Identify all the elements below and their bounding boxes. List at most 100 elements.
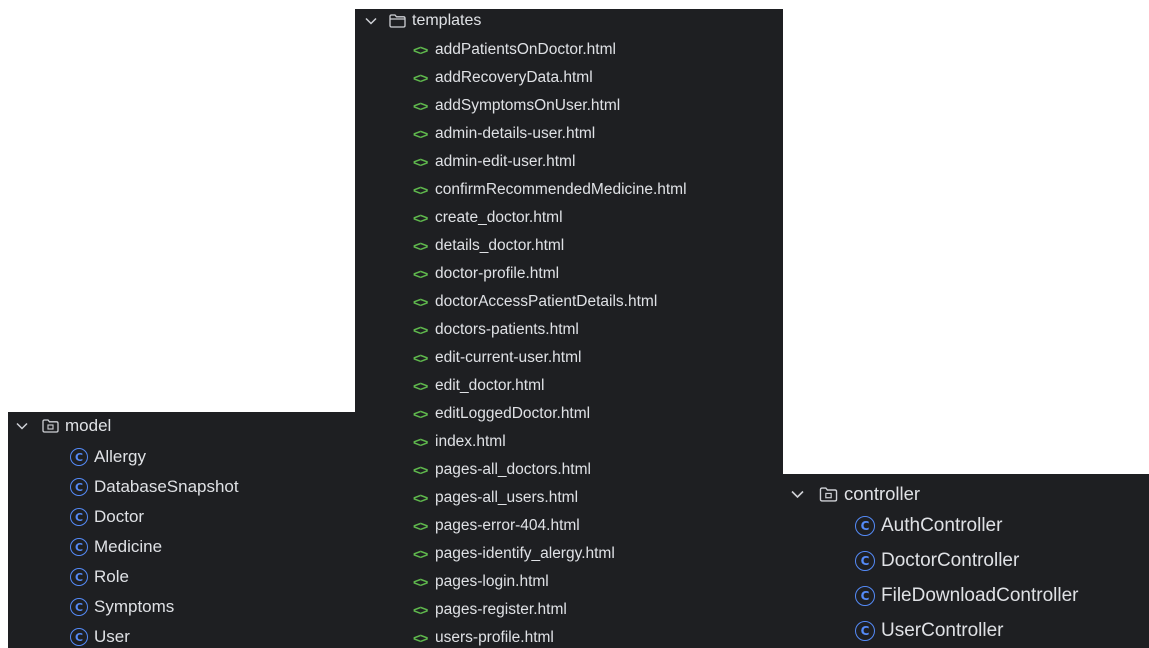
html-file-icon: <> bbox=[413, 378, 428, 394]
model-class-label: DatabaseSnapshot bbox=[94, 477, 239, 496]
html-file-icon: <> bbox=[413, 322, 428, 338]
model-class-label: Doctor bbox=[94, 507, 145, 526]
template-file-label: addPatientsOnDoctor.html bbox=[435, 41, 616, 58]
html-file-icon: <> bbox=[413, 98, 428, 114]
class-icon: C bbox=[70, 448, 88, 466]
controller-package-label: controller bbox=[844, 483, 921, 504]
html-file-icon: <> bbox=[413, 70, 428, 86]
controller-package-node[interactable]: controller bbox=[791, 481, 920, 507]
html-file-icon: <> bbox=[413, 630, 428, 646]
template-file-label: doctorAccessPatientDetails.html bbox=[435, 293, 658, 310]
template-file-item[interactable]: <> doctor-profile.html bbox=[413, 260, 559, 288]
template-file-item[interactable]: <> editLoggedDoctor.html bbox=[413, 400, 590, 428]
class-icon: C bbox=[70, 628, 88, 646]
controller-class-item[interactable]: C FileDownloadController bbox=[855, 579, 1078, 613]
template-file-item[interactable]: <> pages-identify_alergy.html bbox=[413, 540, 615, 568]
chevron-down-icon[interactable] bbox=[791, 490, 805, 499]
template-file-label: pages-error-404.html bbox=[435, 517, 580, 534]
controller-class-item[interactable]: C DoctorController bbox=[855, 544, 1019, 578]
html-file-icon: <> bbox=[413, 518, 428, 534]
template-file-label: pages-all_users.html bbox=[435, 489, 579, 506]
controller-class-label: DoctorController bbox=[881, 550, 1020, 571]
html-file-icon: <> bbox=[413, 42, 428, 58]
template-file-label: pages-all_doctors.html bbox=[435, 461, 591, 478]
html-file-icon: <> bbox=[413, 490, 428, 506]
template-file-label: index.html bbox=[435, 433, 506, 450]
html-file-icon: <> bbox=[413, 266, 428, 282]
model-class-item[interactable]: C Role bbox=[70, 562, 129, 592]
template-file-label: doctors-patients.html bbox=[435, 321, 579, 338]
html-file-icon: <> bbox=[413, 406, 428, 422]
template-file-item[interactable]: <> doctors-patients.html bbox=[413, 316, 579, 344]
template-file-label: create_doctor.html bbox=[435, 209, 563, 226]
template-file-label: admin-details-user.html bbox=[435, 125, 596, 142]
html-file-icon: <> bbox=[413, 126, 428, 142]
class-icon: C bbox=[855, 621, 875, 641]
html-file-icon: <> bbox=[413, 238, 428, 254]
model-class-item[interactable]: C Symptoms bbox=[70, 592, 174, 622]
template-file-item[interactable]: <> edit-current-user.html bbox=[413, 344, 581, 372]
template-file-item[interactable]: <> create_doctor.html bbox=[413, 204, 563, 232]
template-file-item[interactable]: <> users-profile.html bbox=[413, 624, 554, 648]
template-file-item[interactable]: <> addPatientsOnDoctor.html bbox=[413, 36, 616, 64]
controller-class-item[interactable]: C UserController bbox=[855, 614, 1003, 648]
templates-folder-label: templates bbox=[412, 12, 482, 29]
templates-folder-node[interactable]: templates bbox=[365, 10, 481, 32]
template-file-label: users-profile.html bbox=[435, 629, 554, 646]
controller-class-label: FileDownloadController bbox=[881, 585, 1079, 606]
template-file-label: pages-register.html bbox=[435, 601, 567, 618]
class-icon: C bbox=[70, 508, 88, 526]
templates-tree-panel: templates <> addPatientsOnDoctor.html <> ad… bbox=[355, 9, 783, 648]
model-class-item[interactable]: C Allergy bbox=[70, 442, 146, 472]
template-file-label: admin-edit-user.html bbox=[435, 153, 576, 170]
template-file-item[interactable]: <> confirmRecommendedMedicine.html bbox=[413, 176, 687, 204]
template-file-item[interactable]: <> pages-all_users.html bbox=[413, 484, 578, 512]
template-file-label: edit_doctor.html bbox=[435, 377, 545, 394]
template-file-label: addSymptomsOnUser.html bbox=[435, 97, 621, 114]
class-icon: C bbox=[855, 551, 875, 571]
template-file-item[interactable]: <> addSymptomsOnUser.html bbox=[413, 92, 620, 120]
template-file-item[interactable]: <> pages-register.html bbox=[413, 596, 567, 624]
template-file-item[interactable]: <> pages-all_doctors.html bbox=[413, 456, 591, 484]
html-file-icon: <> bbox=[413, 350, 428, 366]
model-class-item[interactable]: C User bbox=[70, 622, 130, 648]
controller-class-label: UserController bbox=[881, 620, 1004, 641]
model-class-item[interactable]: C Medicine bbox=[70, 532, 162, 562]
class-icon: C bbox=[70, 598, 88, 616]
model-class-label: Role bbox=[94, 567, 129, 586]
model-package-label: model bbox=[65, 416, 112, 435]
model-tree-panel: model C Allergy C DatabaseSnapshot C Doctor C M… bbox=[8, 412, 355, 648]
html-file-icon: <> bbox=[413, 434, 428, 450]
chevron-down-icon[interactable] bbox=[16, 422, 30, 430]
model-class-label: User bbox=[94, 627, 130, 646]
class-icon: C bbox=[70, 478, 88, 496]
template-file-label: edit-current-user.html bbox=[435, 349, 582, 366]
model-class-label: Symptoms bbox=[94, 597, 175, 616]
template-file-item[interactable]: <> details_doctor.html bbox=[413, 232, 564, 260]
model-package-node[interactable]: model bbox=[16, 414, 111, 438]
html-file-icon: <> bbox=[413, 602, 428, 618]
controller-tree-panel: controller C AuthController C DoctorControl… bbox=[783, 474, 1149, 648]
template-file-item[interactable]: <> addRecoveryData.html bbox=[413, 64, 593, 92]
template-file-item[interactable]: <> admin-edit-user.html bbox=[413, 148, 575, 176]
chevron-down-icon[interactable] bbox=[365, 17, 379, 25]
class-icon: C bbox=[70, 538, 88, 556]
template-file-item[interactable]: <> pages-login.html bbox=[413, 568, 549, 596]
template-file-item[interactable]: <> edit_doctor.html bbox=[413, 372, 544, 400]
template-file-label: details_doctor.html bbox=[435, 237, 565, 254]
package-icon bbox=[819, 486, 838, 502]
model-class-item[interactable]: C DatabaseSnapshot bbox=[70, 472, 239, 502]
template-file-item[interactable]: <> admin-details-user.html bbox=[413, 120, 595, 148]
controller-class-item[interactable]: C AuthController bbox=[855, 509, 1002, 543]
html-file-icon: <> bbox=[413, 546, 428, 562]
model-class-item[interactable]: C Doctor bbox=[70, 502, 144, 532]
html-file-icon: <> bbox=[413, 210, 428, 226]
class-icon: C bbox=[855, 586, 875, 606]
template-file-item[interactable]: <> pages-error-404.html bbox=[413, 512, 580, 540]
template-file-item[interactable]: <> index.html bbox=[413, 428, 506, 456]
folder-icon bbox=[389, 14, 406, 28]
package-icon bbox=[42, 419, 59, 433]
controller-class-label: AuthController bbox=[881, 515, 1003, 536]
template-file-label: doctor-profile.html bbox=[435, 265, 560, 282]
template-file-item[interactable]: <> doctorAccessPatientDetails.html bbox=[413, 288, 657, 316]
